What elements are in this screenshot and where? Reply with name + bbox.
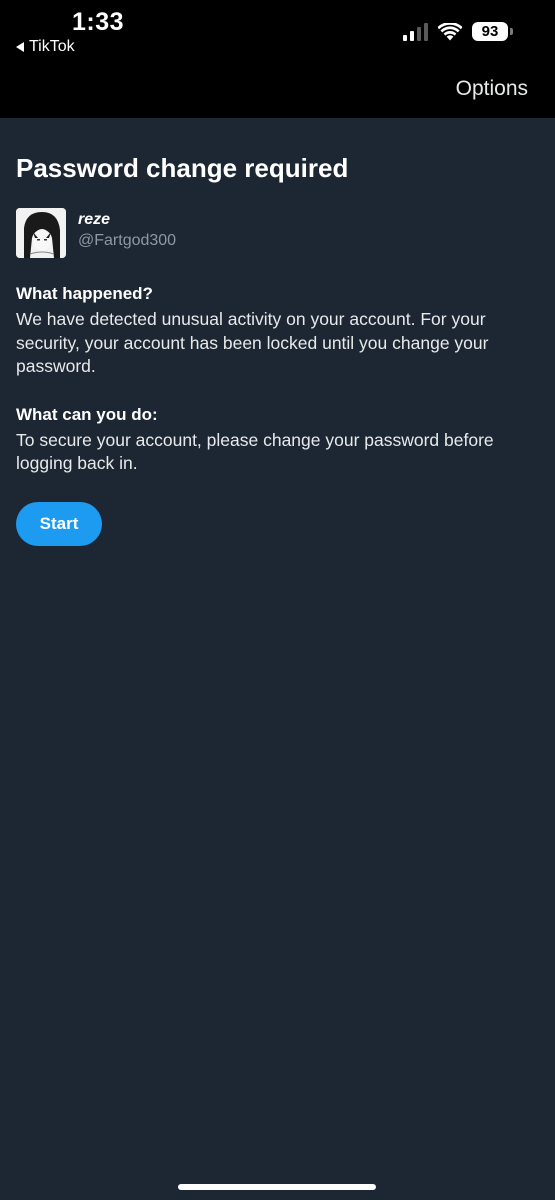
what-can-you-do-body: To secure your account, please change yo… (16, 429, 494, 474)
status-time: 1:33 (72, 8, 125, 36)
account-handle: @Fartgod300 (78, 232, 177, 249)
avatar-image (16, 208, 66, 258)
main-content: Password change required reze @Fartgod30… (16, 150, 536, 546)
cellular-signal-icon (403, 22, 428, 41)
what-happened-body: We have detected unusual activity on you… (16, 309, 489, 376)
avatar (16, 208, 66, 258)
back-arrow-icon (16, 42, 24, 52)
home-indicator[interactable] (178, 1184, 376, 1190)
options-button[interactable]: Options (456, 77, 528, 101)
back-app-label: TikTok (29, 38, 75, 55)
status-icons: 93 (403, 22, 513, 41)
page-title: Password change required (16, 153, 349, 183)
status-and-nav-bar: 1:33 TikTok 93 Options (0, 0, 555, 118)
wifi-icon (438, 22, 462, 40)
battery-level: 93 (472, 22, 508, 41)
back-to-app-link[interactable]: TikTok (16, 38, 75, 56)
start-button[interactable]: Start (16, 501, 102, 546)
display-name: reze (78, 211, 111, 228)
account-names: reze @Fartgod300 (78, 208, 176, 252)
account-card: reze @Fartgod300 (16, 208, 536, 258)
battery-icon: 93 (472, 22, 513, 41)
what-happened-heading: What happened? (16, 284, 153, 303)
what-can-you-do-heading: What can you do: (16, 404, 158, 424)
